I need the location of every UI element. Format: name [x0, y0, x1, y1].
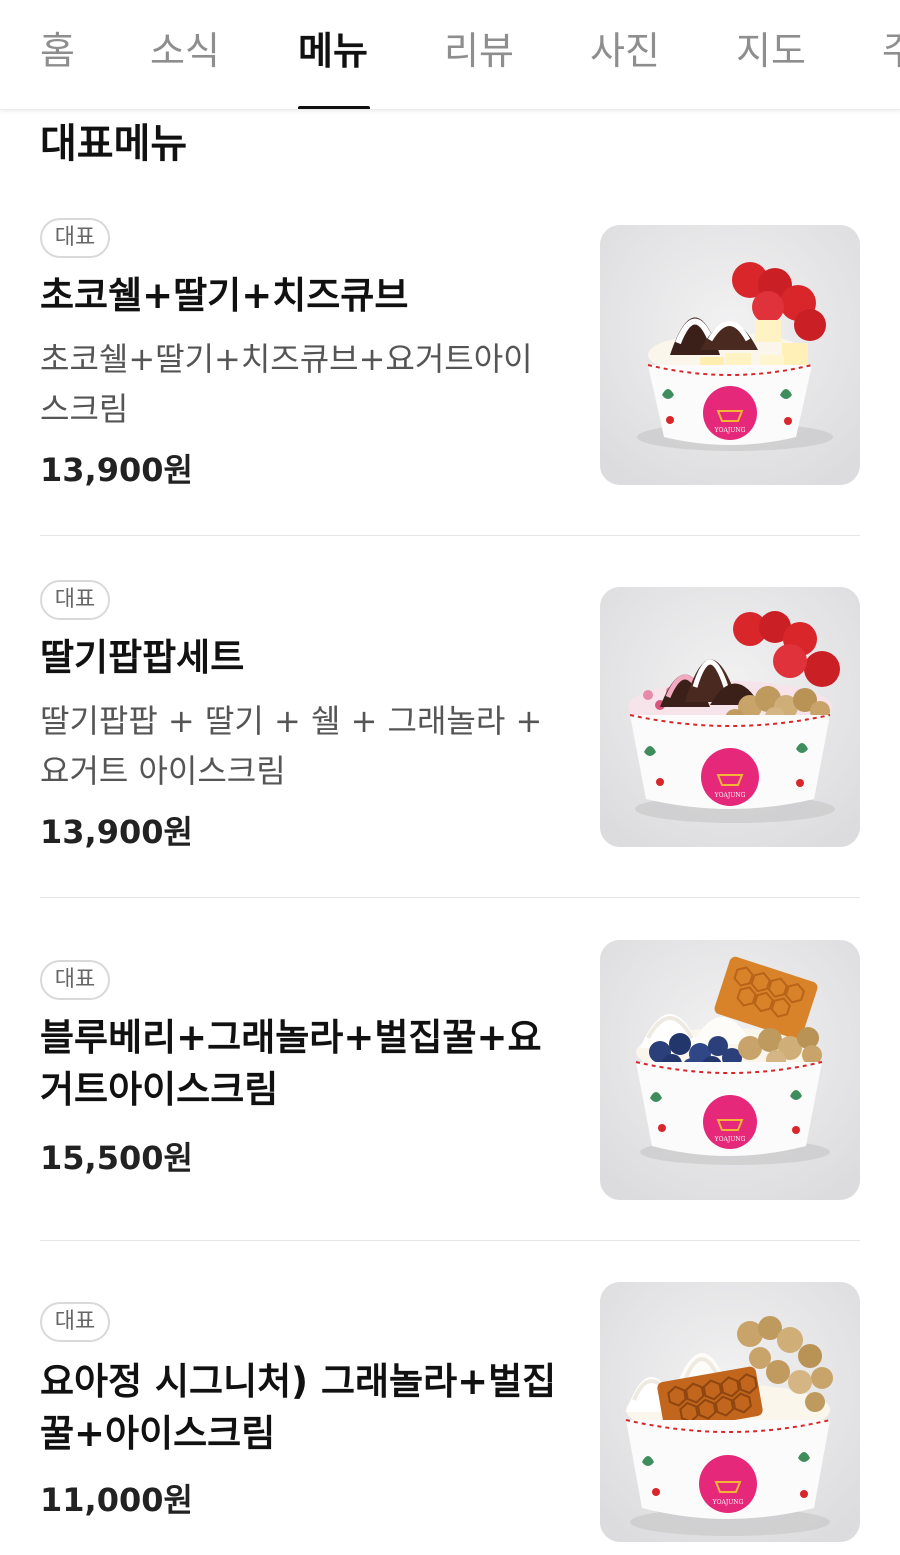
featured-badge: 대표: [40, 960, 110, 1000]
svg-text:YOAJUNG: YOAJUNG: [714, 792, 746, 799]
menu-item-description: 초코쉘+딸기+치즈큐브+요거트아이스크림: [40, 340, 533, 428]
tab-bar: 홈 소식 메뉴 리뷰 사진 지도 주: [0, 0, 900, 110]
tab-home[interactable]: 홈: [40, 26, 75, 76]
icecream-bowl-blueberry-honeycomb-icon: YOAJUNG: [600, 940, 860, 1200]
menu-item-name: 요아정 시그니처) 그래놀라+벌집꿀+아이스크림: [40, 1360, 557, 1455]
menu-item-image[interactable]: YOAJUNG: [600, 940, 860, 1200]
tab-reviews[interactable]: 리뷰: [444, 26, 514, 76]
tab-map[interactable]: 지도: [736, 26, 806, 76]
svg-text:YOAJUNG: YOAJUNG: [712, 1499, 744, 1506]
item-divider: [40, 1240, 860, 1241]
section-title: 대표메뉴: [40, 121, 188, 167]
item-divider: [40, 535, 860, 536]
menu-item-name: 초코쉘+딸기+치즈큐브: [40, 274, 409, 317]
tab-news[interactable]: 소식: [150, 26, 220, 76]
menu-item-name: 블루베리+그래놀라+벌집꿀+요거트아이스크림: [40, 1016, 542, 1111]
icecream-bowl-strawberry-cheese-icon: YOAJUNG: [600, 225, 860, 485]
item-divider: [40, 897, 860, 898]
menu-item-name: 딸기팝팝세트: [40, 636, 245, 679]
active-tab-indicator: [298, 106, 370, 109]
tab-more-partial[interactable]: 주: [882, 26, 900, 76]
featured-badge: 대표: [40, 580, 110, 620]
tab-photos[interactable]: 사진: [590, 26, 660, 76]
menu-item-image[interactable]: YOAJUNG: [600, 587, 860, 847]
menu-item-price: 13,900원: [40, 813, 193, 851]
icecream-bowl-strawberry-granola-icon: YOAJUNG: [600, 587, 860, 847]
menu-item-price: 13,900원: [40, 451, 193, 489]
menu-item-price: 11,000원: [40, 1481, 193, 1519]
featured-badge: 대표: [40, 218, 110, 258]
menu-item-price: 15,500원: [40, 1139, 193, 1177]
svg-text:YOAJUNG: YOAJUNG: [714, 427, 746, 434]
menu-item-description: 딸기팝팝 + 딸기 + 쉘 + 그래놀라 + 요거트 아이스크림: [40, 702, 543, 790]
icecream-bowl-honeycomb-granola-icon: YOAJUNG: [600, 1282, 860, 1542]
menu-item-image[interactable]: YOAJUNG: [600, 1282, 860, 1542]
featured-badge: 대표: [40, 1302, 110, 1342]
tab-menu[interactable]: 메뉴: [298, 26, 368, 76]
menu-item-image[interactable]: YOAJUNG: [600, 225, 860, 485]
svg-text:YOAJUNG: YOAJUNG: [714, 1136, 746, 1143]
